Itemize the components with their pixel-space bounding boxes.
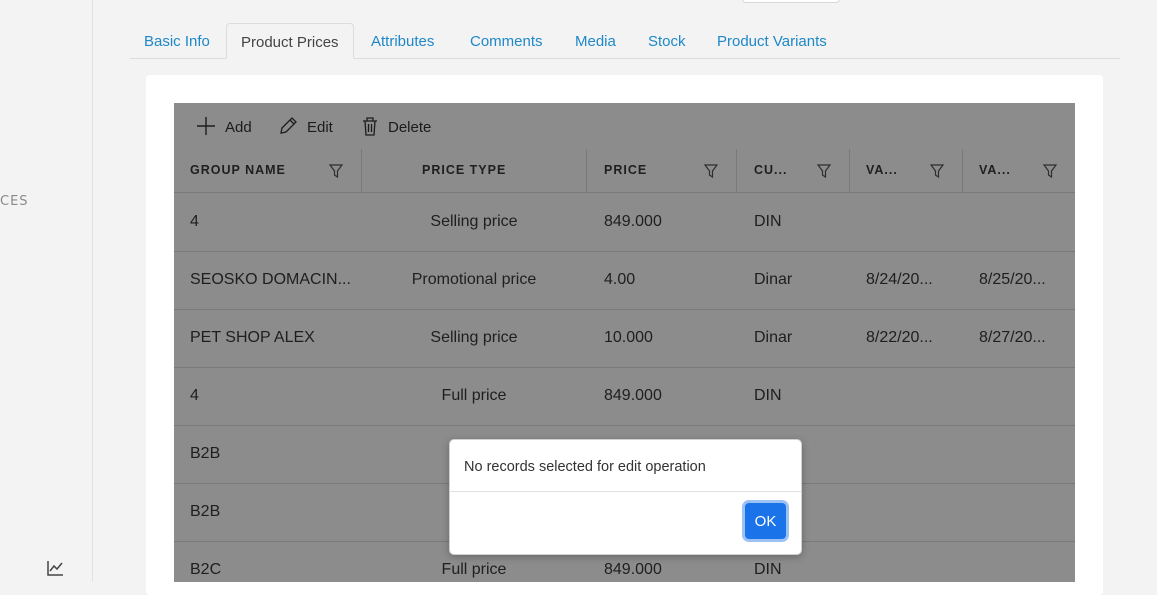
tab-product-variants[interactable]: Product Variants [717,23,827,57]
tab-comments[interactable]: Comments [470,23,543,57]
alert-dialog: No records selected for edit operation O… [449,439,802,555]
sidebar: CES [0,0,93,582]
tab-bar: Basic Info Product Prices Attributes Com… [130,23,1120,59]
tab-stock[interactable]: Stock [648,23,686,57]
tab-media[interactable]: Media [575,23,616,57]
header-control-edge [742,0,840,3]
sidebar-section-label: CES [0,194,29,209]
tab-attributes[interactable]: Attributes [371,23,434,57]
dialog-divider [450,491,801,492]
line-chart-icon[interactable] [46,559,64,577]
ok-button[interactable]: OK [745,503,786,539]
dialog-message: No records selected for edit operation [464,459,706,475]
tab-product-prices[interactable]: Product Prices [226,23,354,59]
tab-basic-info[interactable]: Basic Info [144,23,210,57]
